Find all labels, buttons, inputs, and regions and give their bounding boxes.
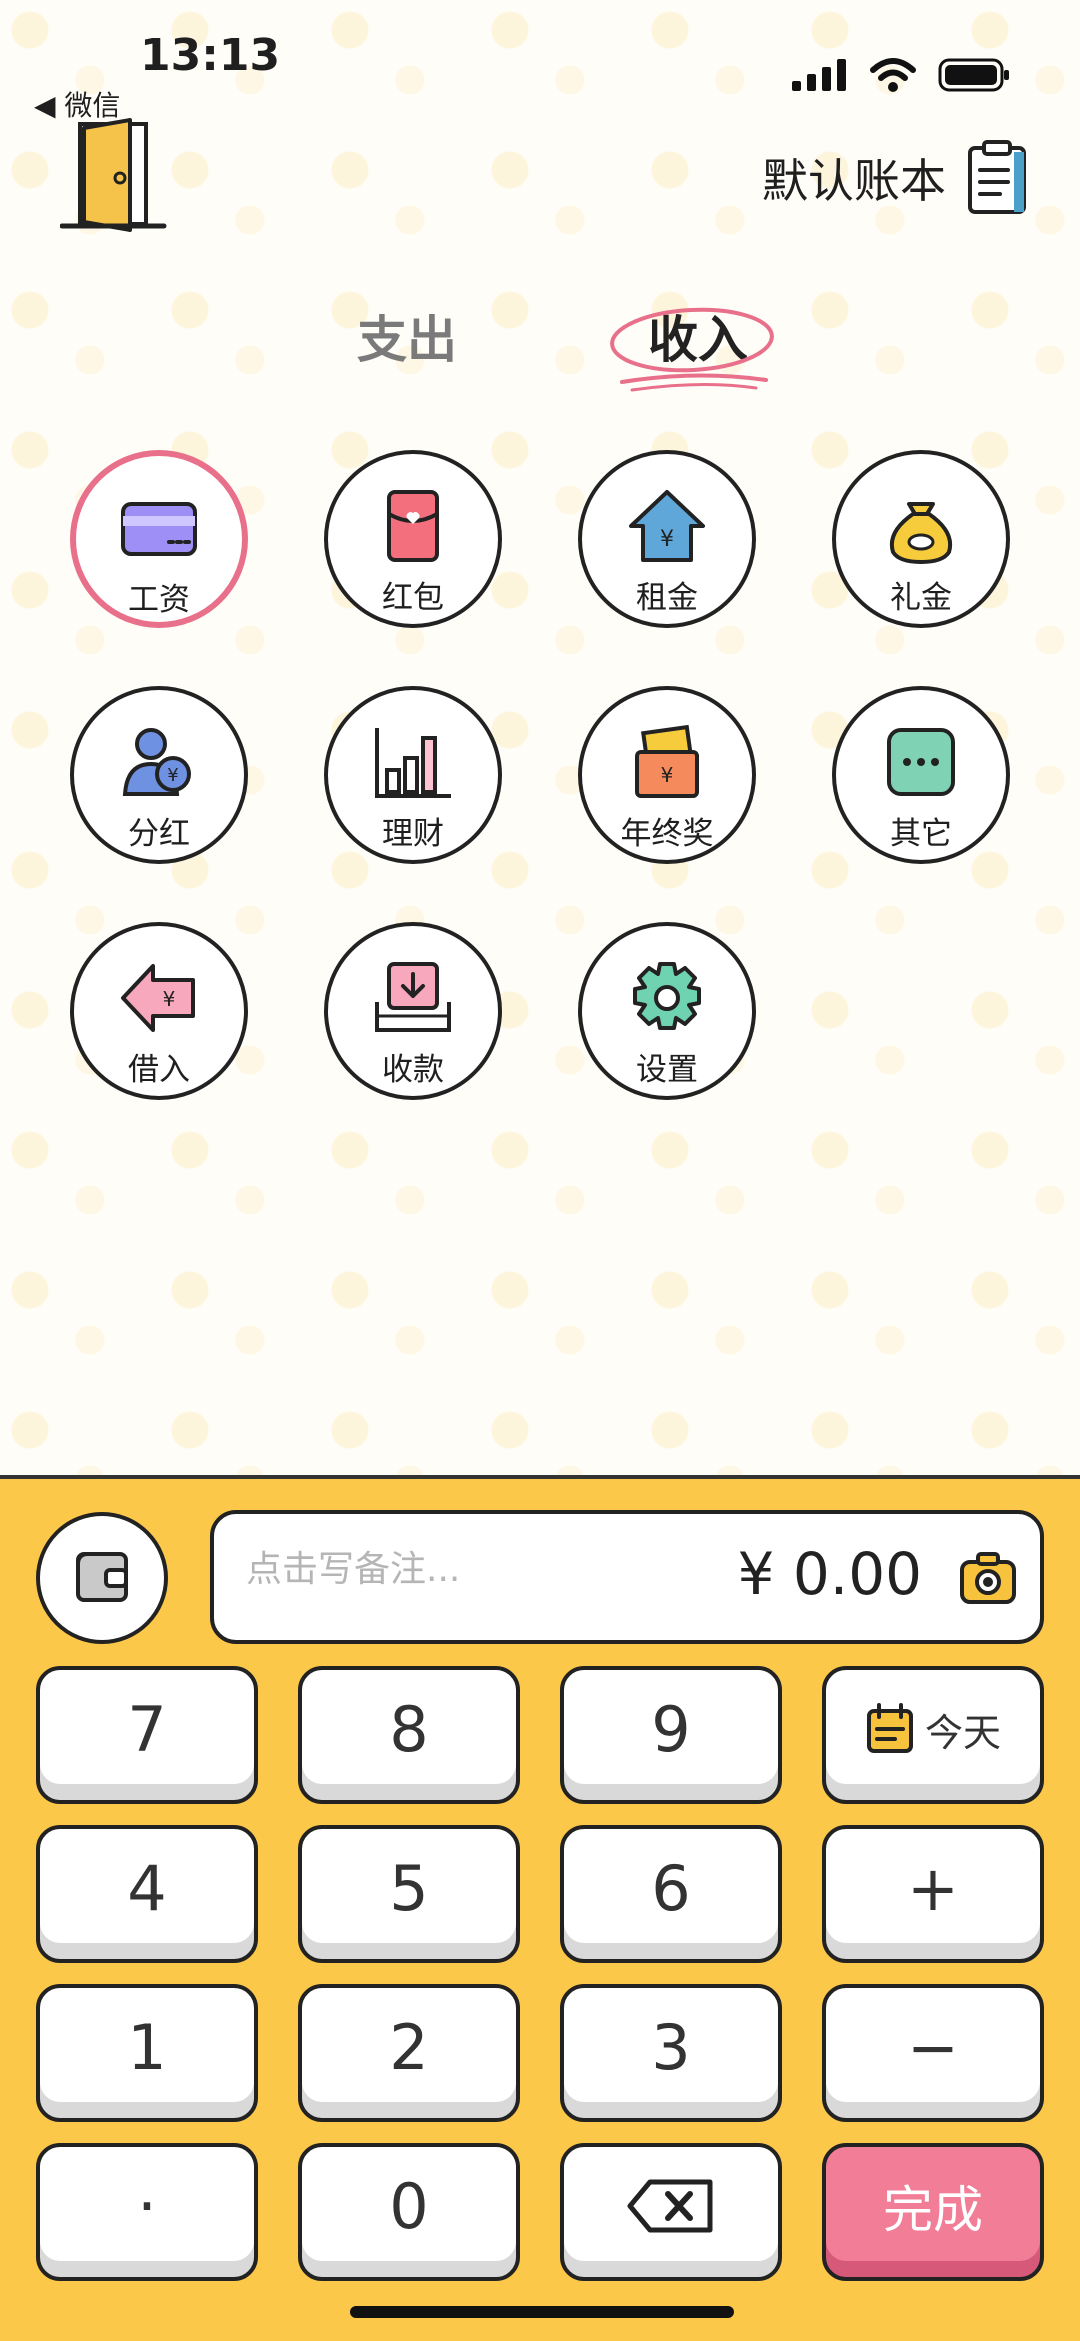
category-receive-payment[interactable]: 收款 xyxy=(324,922,502,1100)
category-label: 工资 xyxy=(128,582,190,618)
exit-door-button[interactable] xyxy=(59,118,170,238)
bar-chart-icon xyxy=(375,728,451,798)
signal-icon xyxy=(792,59,846,91)
status-time: 13:13 xyxy=(140,30,281,81)
svg-text:¥: ¥ xyxy=(660,527,674,552)
tab-expense[interactable]: 支出 xyxy=(357,300,457,372)
category-label: 理财 xyxy=(382,816,444,852)
amount-display: ¥ 0.00 xyxy=(737,1540,922,1608)
key-0[interactable]: 0 xyxy=(298,2143,520,2281)
gear-icon xyxy=(633,962,701,1030)
category-rent[interactable]: ¥ 租金 xyxy=(578,450,756,628)
key-2[interactable]: 2 xyxy=(298,1984,520,2122)
today-label: 今天 xyxy=(924,1710,1001,1755)
key-minus[interactable]: − xyxy=(822,1984,1044,2122)
status-icons xyxy=(792,58,1010,92)
backspace-icon xyxy=(627,2179,713,2233)
red-envelope-icon xyxy=(387,490,439,562)
calendar-icon xyxy=(866,1703,913,1753)
category-label: 租金 xyxy=(636,580,698,616)
receive-tray-icon xyxy=(375,962,451,1032)
wifi-icon xyxy=(870,58,916,92)
more-dots-icon xyxy=(887,728,955,796)
battery-icon xyxy=(938,58,1009,92)
category-salary[interactable]: 工资 xyxy=(70,450,248,628)
key-6[interactable]: 6 xyxy=(560,1825,782,1963)
camera-icon xyxy=(960,1552,1016,1604)
account-wallet-button[interactable] xyxy=(36,1512,168,1644)
bank-card-icon xyxy=(121,502,197,556)
clipboard-icon xyxy=(968,140,1026,214)
borrow-arrow-icon: ¥ xyxy=(121,964,195,1032)
category-label: 设置 xyxy=(636,1052,698,1088)
category-other[interactable]: 其它 xyxy=(832,686,1010,864)
key-plus[interactable]: + xyxy=(822,1825,1044,1963)
key-8[interactable]: 8 xyxy=(298,1666,520,1804)
people-coin-icon: ¥ xyxy=(122,728,191,796)
money-bag-icon xyxy=(890,502,952,564)
category-red-envelope[interactable]: 红包 xyxy=(324,450,502,628)
category-dividend[interactable]: ¥ 分红 xyxy=(70,686,248,864)
category-label: 年终奖 xyxy=(620,816,714,852)
key-dot[interactable]: · xyxy=(36,2143,258,2281)
wallet-icon xyxy=(76,1552,128,1602)
key-1[interactable]: 1 xyxy=(36,1984,258,2122)
category-label: 分红 xyxy=(128,816,190,852)
key-3[interactable]: 3 xyxy=(560,1984,782,2122)
bonus-envelope-icon: ¥ xyxy=(635,724,699,798)
note-input[interactable] xyxy=(244,1548,668,1591)
category-settings[interactable]: 设置 xyxy=(578,922,756,1100)
category-gift-money[interactable]: 礼金 xyxy=(832,450,1010,628)
category-label: 红包 xyxy=(382,580,444,616)
type-tabs: 支出 收入 xyxy=(0,300,1080,390)
category-label: 礼金 xyxy=(890,580,952,616)
key-5[interactable]: 5 xyxy=(298,1825,520,1963)
category-label: 其它 xyxy=(890,816,952,852)
camera-button[interactable] xyxy=(958,1550,1018,1606)
house-yuan-icon: ¥ xyxy=(629,490,705,562)
home-indicator xyxy=(350,2306,734,2318)
key-7[interactable]: 7 xyxy=(36,1666,258,1804)
key-9[interactable]: 9 xyxy=(560,1666,782,1804)
door-icon xyxy=(59,118,167,232)
backspace-button[interactable] xyxy=(560,2143,782,2281)
date-today-button[interactable]: 今天 xyxy=(822,1666,1044,1804)
ledger-selector[interactable]: 默认账本 xyxy=(762,140,1030,216)
done-button[interactable]: 完成 xyxy=(822,2143,1044,2281)
category-label: 借入 xyxy=(128,1052,190,1088)
category-borrow[interactable]: ¥ 借入 xyxy=(70,922,248,1100)
key-4[interactable]: 4 xyxy=(36,1825,258,1963)
category-label: 收款 xyxy=(382,1052,444,1088)
svg-text:¥: ¥ xyxy=(661,763,674,787)
ledger-label: 默认账本 xyxy=(762,154,946,208)
category-investment[interactable]: 理财 xyxy=(324,686,502,864)
category-year-end-bonus[interactable]: ¥ 年终奖 xyxy=(578,686,756,864)
svg-text:¥: ¥ xyxy=(167,765,178,786)
note-amount-field: ¥ 0.00 xyxy=(210,1510,1044,1644)
tab-income[interactable]: 收入 xyxy=(648,300,748,372)
svg-text:¥: ¥ xyxy=(163,987,176,1011)
